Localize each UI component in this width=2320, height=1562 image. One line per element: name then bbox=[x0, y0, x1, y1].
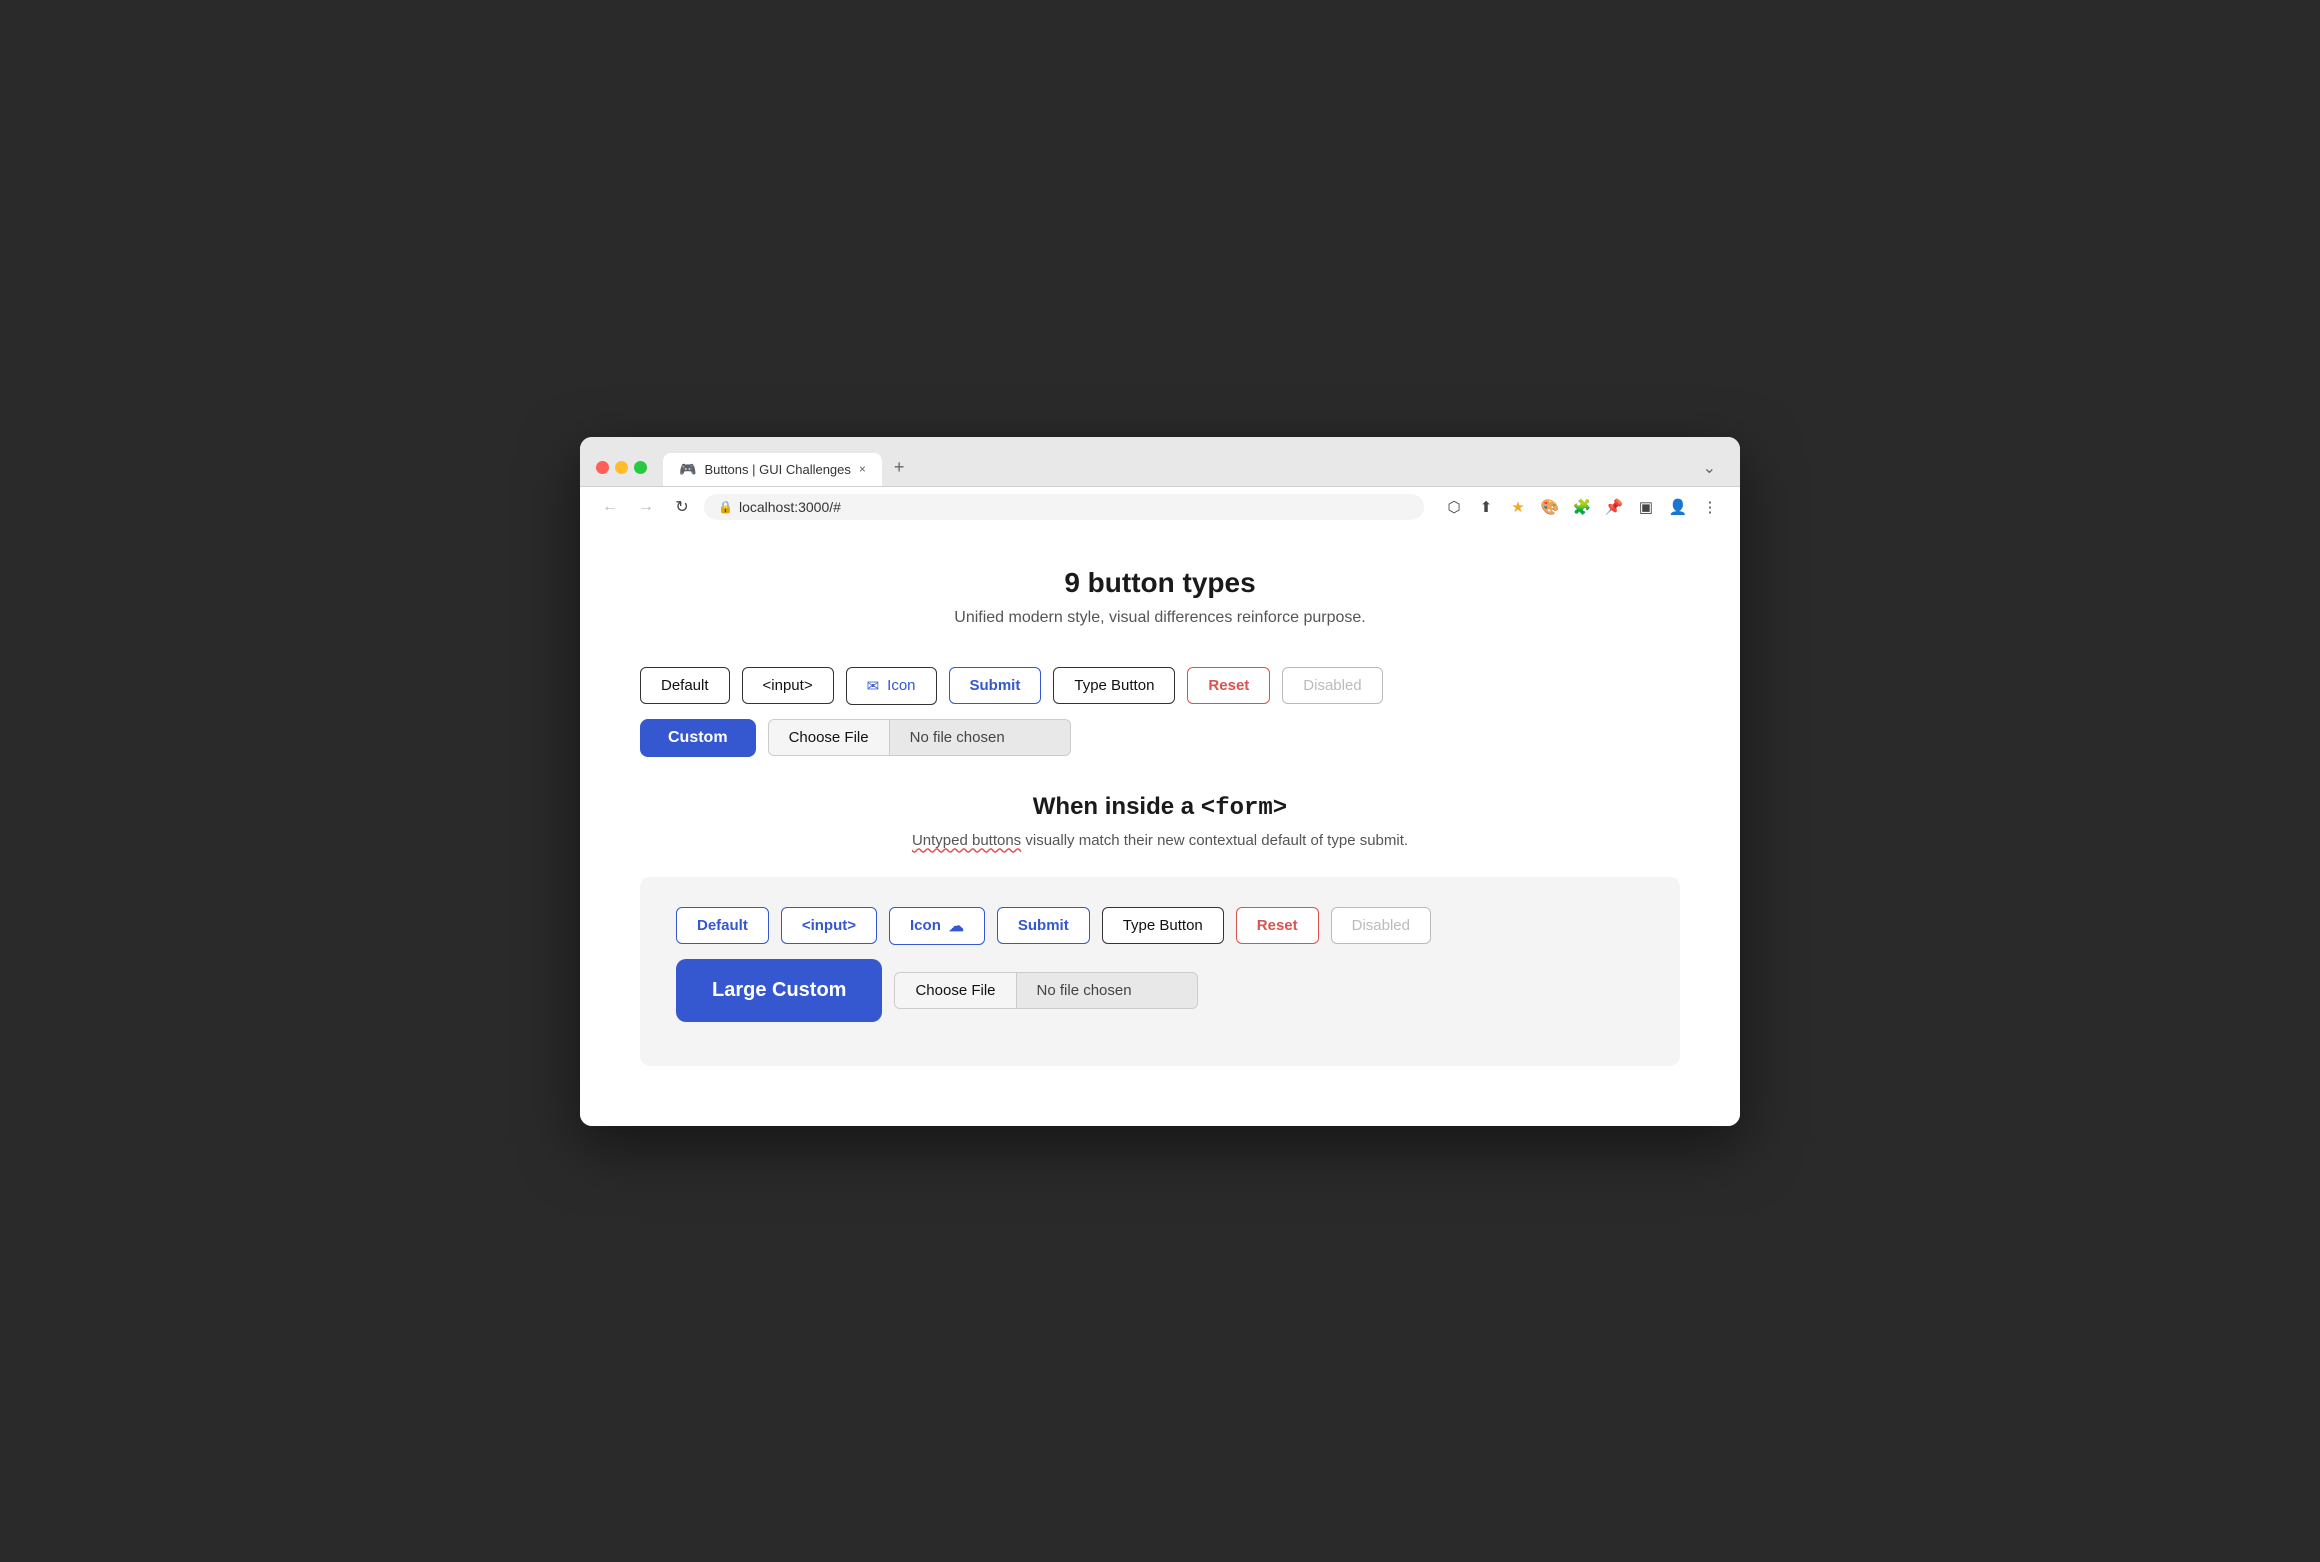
title-bar: 🎮 Buttons | GUI Challenges × + ⌄ bbox=[580, 437, 1740, 486]
minimize-button[interactable] bbox=[615, 461, 628, 474]
active-tab[interactable]: 🎮 Buttons | GUI Challenges × bbox=[663, 453, 882, 486]
reload-button[interactable]: ↻ bbox=[668, 493, 696, 521]
form-choose-file-button[interactable]: Choose File bbox=[895, 973, 1016, 1008]
maximize-button[interactable] bbox=[634, 461, 647, 474]
section2-subtitle-part2: visually match their new contextual defa… bbox=[1021, 832, 1408, 849]
section2-title-text: When inside a bbox=[1033, 793, 1201, 820]
form-default-button[interactable]: Default bbox=[676, 907, 769, 944]
form-submit-button[interactable]: Submit bbox=[997, 907, 1090, 944]
profile-button[interactable]: 👤 bbox=[1664, 493, 1692, 521]
bookmark-button[interactable]: ★ bbox=[1504, 493, 1532, 521]
back-button[interactable]: ← bbox=[596, 493, 624, 521]
form-disabled-button: Disabled bbox=[1331, 907, 1431, 944]
tab-title: Buttons | GUI Challenges bbox=[704, 462, 850, 477]
close-button[interactable] bbox=[596, 461, 609, 474]
page-content: 9 button types Unified modern style, vis… bbox=[580, 527, 1740, 1126]
section2-subtitle: Untyped buttons visually match their new… bbox=[640, 832, 1680, 849]
submit-button[interactable]: Submit bbox=[949, 667, 1042, 704]
section2-title-code: <form> bbox=[1201, 795, 1287, 822]
file-no-chosen-label: No file chosen bbox=[890, 720, 1070, 755]
form-file-input-wrapper: Choose File No file chosen bbox=[894, 972, 1197, 1009]
form-icon-button[interactable]: Icon ☁ bbox=[889, 907, 985, 945]
choose-file-button[interactable]: Choose File bbox=[769, 720, 890, 755]
default-button[interactable]: Default bbox=[640, 667, 730, 704]
disabled-button: Disabled bbox=[1282, 667, 1382, 704]
extensions-button[interactable]: 🎨 bbox=[1536, 493, 1564, 521]
form-icon-label: Icon bbox=[910, 917, 941, 934]
browser-chrome: 🎮 Buttons | GUI Challenges × + ⌄ ← → ↻ 🔒… bbox=[580, 437, 1740, 527]
section-divider: When inside a <form> Untyped buttons vis… bbox=[640, 793, 1680, 849]
tab-close-icon[interactable]: × bbox=[859, 462, 866, 476]
form-input-button[interactable]: <input> bbox=[781, 907, 877, 944]
window-controls: ⌄ bbox=[1703, 458, 1716, 486]
browser-window: 🎮 Buttons | GUI Challenges × + ⌄ ← → ↻ 🔒… bbox=[580, 437, 1740, 1126]
form-section: Default <input> Icon ☁ Submit Type Butto… bbox=[640, 877, 1680, 1066]
reset-button[interactable]: Reset bbox=[1187, 667, 1270, 704]
custom-button[interactable]: Custom bbox=[640, 719, 756, 757]
page-subtitle: Unified modern style, visual differences… bbox=[640, 609, 1680, 627]
cloud-icon: ☁ bbox=[949, 917, 964, 935]
tab-bar: 🎮 Buttons | GUI Challenges × + ⌄ bbox=[655, 449, 1724, 486]
puzzle-button[interactable]: 🧩 bbox=[1568, 493, 1596, 521]
browser-tools: ⬡ ⬆ ★ 🎨 🧩 📌 ▣ 👤 ⋮ bbox=[1440, 493, 1724, 521]
sidebar-button[interactable]: ▣ bbox=[1632, 493, 1660, 521]
icon-button-label: Icon bbox=[887, 677, 915, 694]
new-tab-button[interactable]: + bbox=[882, 449, 917, 486]
url-bar[interactable]: 🔒 localhost:3000/# bbox=[704, 494, 1424, 520]
large-custom-button[interactable]: Large Custom bbox=[676, 959, 882, 1022]
section2-subtitle-part1: Untyped buttons bbox=[912, 832, 1021, 849]
email-icon: ✉ bbox=[867, 677, 880, 695]
pin-button[interactable]: 📌 bbox=[1600, 493, 1628, 521]
page-title: 9 button types bbox=[640, 567, 1680, 599]
type-button-button[interactable]: Type Button bbox=[1053, 667, 1175, 704]
more-button[interactable]: ⋮ bbox=[1696, 493, 1724, 521]
file-input-wrapper: Choose File No file chosen bbox=[768, 719, 1071, 756]
url-text: localhost:3000/# bbox=[739, 499, 841, 515]
traffic-lights bbox=[596, 461, 647, 474]
input-button[interactable]: <input> bbox=[742, 667, 834, 704]
share-button[interactable]: ⬆ bbox=[1472, 493, 1500, 521]
external-link-button[interactable]: ⬡ bbox=[1440, 493, 1468, 521]
tab-favicon: 🎮 bbox=[679, 461, 696, 478]
form-type-button[interactable]: Type Button bbox=[1102, 907, 1224, 944]
icon-button[interactable]: ✉ Icon bbox=[846, 667, 937, 705]
form-button-row-1: Default <input> Icon ☁ Submit Type Butto… bbox=[676, 907, 1644, 945]
button-row-1: Default <input> ✉ Icon Submit Type Butto… bbox=[640, 667, 1680, 705]
lock-icon: 🔒 bbox=[718, 500, 733, 514]
page-header: 9 button types Unified modern style, vis… bbox=[640, 567, 1680, 627]
button-row-2: Custom Choose File No file chosen bbox=[640, 719, 1680, 757]
form-button-row-2: Large Custom Choose File No file chosen bbox=[676, 959, 1644, 1022]
section2-title: When inside a <form> bbox=[640, 793, 1680, 822]
address-bar: ← → ↻ 🔒 localhost:3000/# ⬡ ⬆ ★ 🎨 🧩 📌 ▣ 👤… bbox=[580, 486, 1740, 527]
form-reset-button[interactable]: Reset bbox=[1236, 907, 1319, 944]
forward-button[interactable]: → bbox=[632, 493, 660, 521]
form-file-no-chosen-label: No file chosen bbox=[1017, 973, 1197, 1008]
